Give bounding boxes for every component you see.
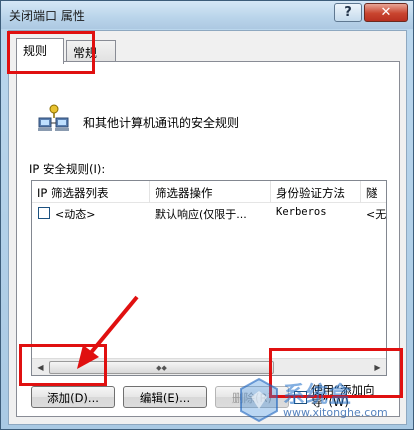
edit-button[interactable]: 编辑(E)... xyxy=(123,386,207,408)
panel-description: 和其他计算机通讯的安全规则 xyxy=(83,116,240,130)
column-header-tunnel[interactable]: 隧 xyxy=(361,181,386,203)
watermark-url: www.xitonghe.com xyxy=(283,406,388,419)
red-arrow-icon xyxy=(77,295,139,369)
column-header-filter-action[interactable]: 筛选器操作 xyxy=(150,181,271,203)
rule-checkbox[interactable] xyxy=(38,207,50,219)
list-header: IP 筛选器列表 筛选器操作 身份验证方法 隧 xyxy=(32,181,386,203)
title-bar[interactable]: 关闭端口 属性 ? ✕ xyxy=(1,1,413,29)
cell-auth-method: Kerberos xyxy=(276,206,327,218)
tab-rules[interactable]: 规则 xyxy=(16,38,64,64)
cell-filter-action: 默认响应(仅限于... xyxy=(155,208,247,221)
help-button[interactable]: ? xyxy=(334,3,362,22)
column-header-auth-method[interactable]: 身份验证方法 xyxy=(271,181,361,203)
watermark-brand: 系统盒 xyxy=(283,383,353,408)
table-row[interactable]: <动态> 默认响应(仅限于... Kerberos <无 xyxy=(32,204,386,222)
properties-window: 关闭端口 属性 ? ✕ 规则 常规 和其他计算机通讯的安全规则 IP 安全规则(… xyxy=(0,0,414,430)
watermark: 系统盒 www.xitonghe.com xyxy=(233,373,413,429)
rules-list-label: IP 安全规则(I): xyxy=(29,162,106,176)
column-header-filter-list[interactable]: IP 筛选器列表 xyxy=(32,181,150,203)
cell-tunnel: <无 xyxy=(366,208,387,221)
cell-filter-list: <动态> xyxy=(55,208,96,221)
add-button[interactable]: 添加(D)... xyxy=(31,386,115,408)
network-computers-icon xyxy=(38,104,69,131)
window-title: 关闭端口 属性 xyxy=(9,9,85,23)
watermark-logo-icon xyxy=(240,377,278,423)
close-button[interactable]: ✕ xyxy=(364,3,408,22)
